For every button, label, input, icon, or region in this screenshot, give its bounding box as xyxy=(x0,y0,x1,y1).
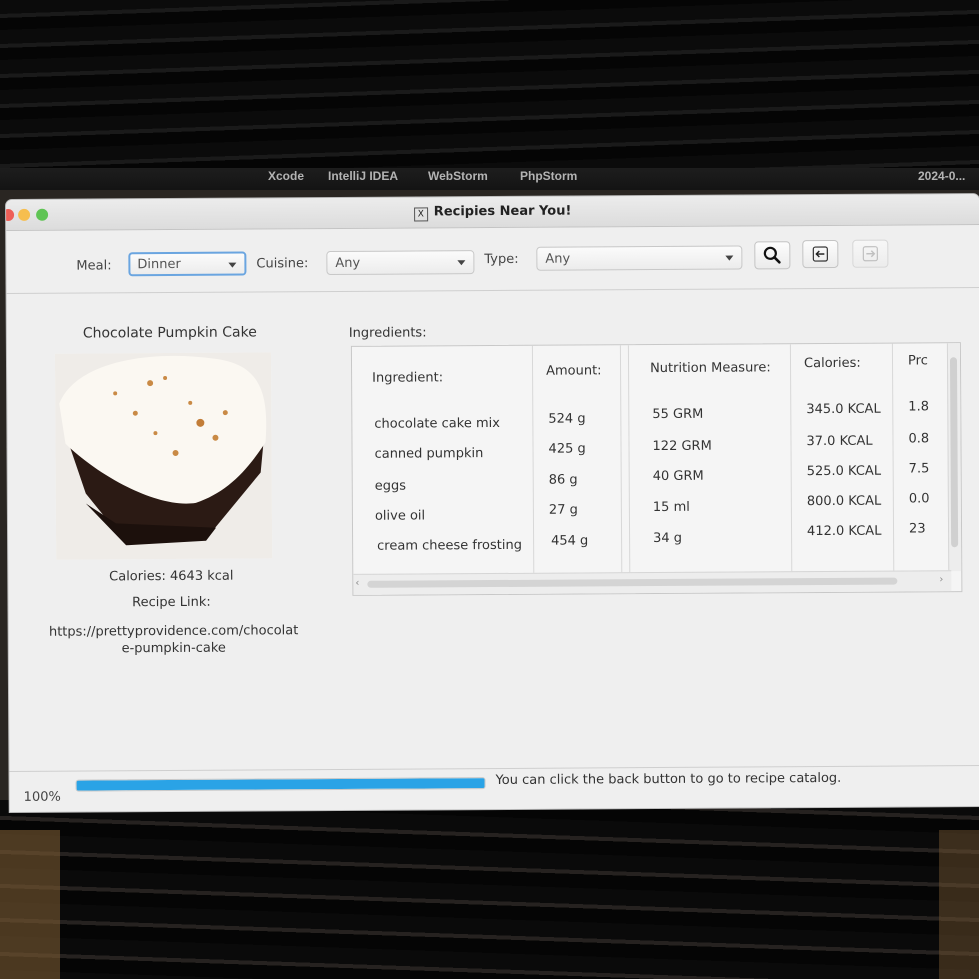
recipe-image xyxy=(54,352,273,560)
back-button[interactable] xyxy=(802,239,839,269)
table-cell: 23 xyxy=(908,521,926,537)
desk-edge xyxy=(939,830,979,979)
recipe-link[interactable]: https://prettyprovidence.com/chocolate-p… xyxy=(49,622,299,658)
progress-bar xyxy=(75,777,486,792)
column-divider xyxy=(531,345,535,574)
table-cell: 345.0 KCAL xyxy=(806,401,881,418)
table-cell: 34 g xyxy=(653,530,683,547)
dock-label: Xcode xyxy=(268,169,305,183)
status-message: You can click the back button to go to r… xyxy=(495,770,842,789)
type-label: Type: xyxy=(484,251,519,268)
cuisine-label: Cuisine: xyxy=(256,256,309,272)
chevron-down-icon xyxy=(457,260,466,266)
table-cell: 524 g xyxy=(548,411,586,427)
column-header-amount[interactable]: Amount: xyxy=(546,363,602,378)
arrow-right-icon xyxy=(862,246,878,262)
table-cell: 40 GRM xyxy=(652,468,704,485)
recipe-title: Chocolate Pumpkin Cake xyxy=(82,324,257,342)
window-title-text: Recipies Near You! xyxy=(433,203,572,220)
column-divider xyxy=(627,345,631,574)
cake-photo xyxy=(54,352,273,560)
table-cell: 55 GRM xyxy=(652,406,704,423)
type-select-value: Any xyxy=(545,251,571,267)
horizontal-scrollbar[interactable]: ‹ › xyxy=(353,570,952,595)
horizontal-scroll-thumb[interactable] xyxy=(367,577,898,588)
column-header-calories[interactable]: Calories: xyxy=(804,356,861,371)
app-icon: X xyxy=(413,207,428,222)
table-cell: eggs xyxy=(374,478,407,494)
vertical-scroll-thumb[interactable] xyxy=(949,357,959,548)
vertical-scrollbar[interactable] xyxy=(946,343,962,572)
column-header-ingredient[interactable]: Ingredient: xyxy=(372,370,443,385)
cuisine-select[interactable]: Any xyxy=(326,250,475,276)
table-cell: 37.0 KCAL xyxy=(806,433,873,450)
meal-select[interactable]: Dinner xyxy=(128,251,247,277)
recipe-detail: Chocolate Pumpkin Cake Calories: 4643 kc… xyxy=(7,288,979,772)
table-cell: 412.0 KCAL xyxy=(806,523,882,540)
type-select[interactable]: Any xyxy=(536,245,743,271)
table-cell: 0.0 xyxy=(908,491,930,507)
search-button[interactable] xyxy=(754,241,791,270)
column-divider xyxy=(891,343,895,572)
forward-button[interactable] xyxy=(852,239,889,268)
dock-label: PhpStorm xyxy=(520,169,578,183)
column-header-protein[interactable]: Prc xyxy=(908,353,928,368)
table-cell: 425 g xyxy=(548,441,586,457)
search-icon xyxy=(763,246,781,264)
table-cell: 27 g xyxy=(548,502,578,518)
redacted-top-area xyxy=(0,0,979,190)
meal-label: Meal: xyxy=(76,258,112,274)
table-cell: 86 g xyxy=(548,472,578,488)
table-cell: 525.0 KCAL xyxy=(806,463,882,480)
dock-label: IntelliJ IDEA xyxy=(328,169,399,183)
table-cell: 15 ml xyxy=(652,499,690,516)
cuisine-select-value: Any xyxy=(335,255,361,271)
chevron-down-icon xyxy=(228,262,237,268)
table-cell: 800.0 KCAL xyxy=(806,493,882,510)
table-cell: 1.8 xyxy=(908,399,930,415)
scroll-right-icon[interactable]: › xyxy=(939,574,943,585)
arrow-left-icon xyxy=(812,246,828,262)
recipe-link-label: Recipe Link: xyxy=(132,594,211,611)
window-title: X Recipies Near You! xyxy=(6,201,979,224)
recipe-calories: Calories: 4643 kcal xyxy=(109,568,234,585)
meal-select-value: Dinner xyxy=(137,256,181,273)
ingredients-label: Ingredients: xyxy=(348,325,427,341)
dock-label: WebStorm xyxy=(428,169,488,183)
filter-toolbar: Meal: Dinner Cuisine: Any Type: Any xyxy=(6,225,979,294)
table-cell: olive oil xyxy=(374,508,426,524)
table-cell: cream cheese frosting xyxy=(377,537,522,554)
zoom-level: 100% xyxy=(23,789,61,805)
status-bar: 100% You can click the back button to go… xyxy=(9,765,979,812)
ingredients-table: Ingredient: Amount: Nutrition Measure: C… xyxy=(350,342,963,596)
column-divider xyxy=(619,345,623,574)
column-header-nutrition-measure[interactable]: Nutrition Measure: xyxy=(650,360,771,376)
column-divider xyxy=(789,344,793,573)
progress-fill xyxy=(76,778,485,791)
table-cell: canned pumpkin xyxy=(374,446,484,462)
table-cell: 7.5 xyxy=(908,461,930,477)
scroll-left-icon[interactable]: ‹ xyxy=(355,578,359,589)
dock-labels: Xcode IntelliJ IDEA WebStorm PhpStorm 20… xyxy=(0,166,979,186)
desk-edge xyxy=(0,830,60,979)
ingredients-grid: Ingredient: Amount: Nutrition Measure: C… xyxy=(352,343,951,575)
table-cell: chocolate cake mix xyxy=(374,415,500,432)
table-cell: 454 g xyxy=(551,533,589,549)
table-cell: 122 GRM xyxy=(652,438,712,455)
chevron-down-icon xyxy=(725,255,734,261)
app-window: X Recipies Near You! Meal: Dinner Cuisine… xyxy=(6,194,979,812)
redacted-bottom-area xyxy=(0,800,979,979)
table-cell: 0.8 xyxy=(908,431,930,447)
dock-label: 2024-0... xyxy=(918,169,966,183)
